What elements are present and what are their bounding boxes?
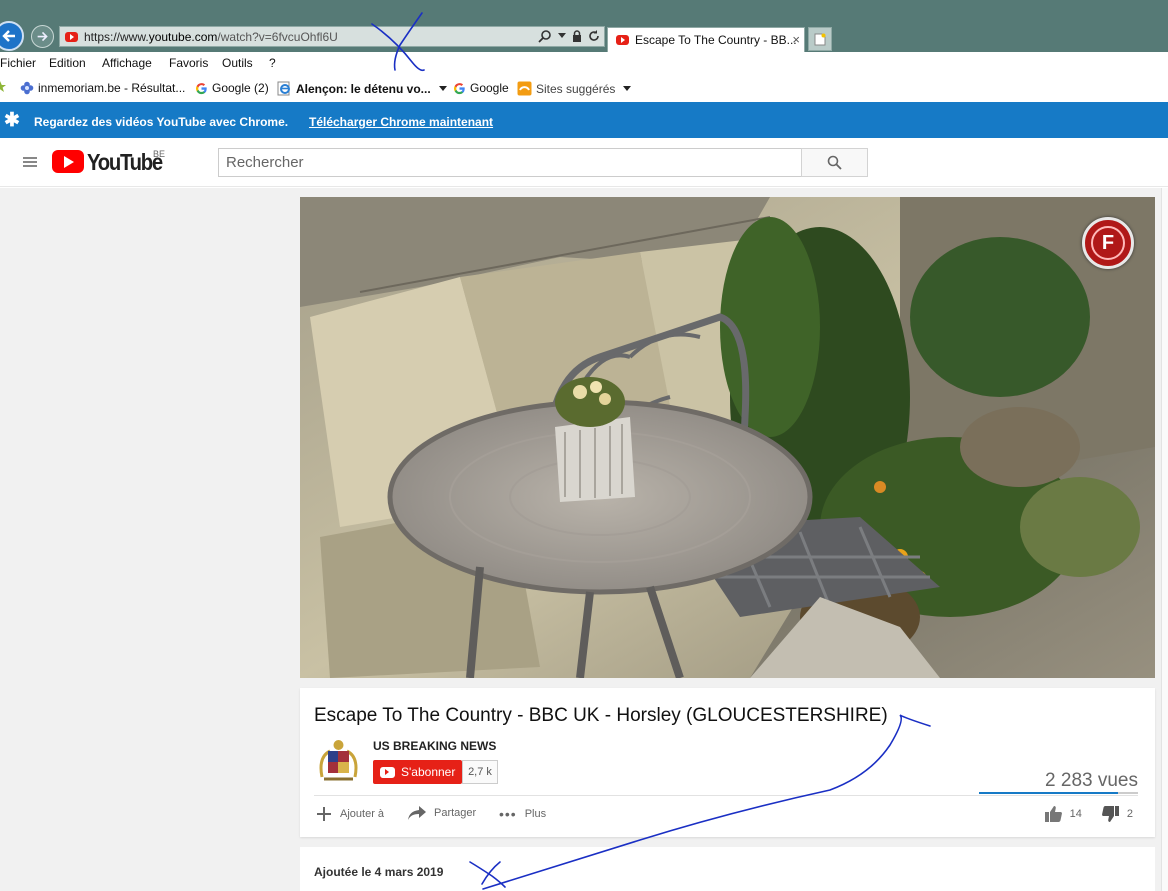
video-frame	[300, 197, 1155, 678]
forward-button[interactable]	[31, 25, 54, 48]
youtube-favicon	[65, 31, 78, 42]
video-title: Escape To The Country - BBC UK - Horsley…	[314, 705, 888, 726]
favorite-inmemoriam[interactable]: inmemoriam.be - Résultat...	[20, 81, 185, 95]
country-code: BE	[153, 149, 166, 159]
menu-bar: Fichier Edition Affichage Favoris Outils…	[0, 52, 1168, 74]
favorites-bar: inmemoriam.be - Résultat... Google (2) A…	[0, 74, 1168, 102]
url-text[interactable]: https://www.youtube.com/watch?v=6fvcuOhf…	[84, 30, 338, 44]
view-count: 2 283 vues	[1045, 770, 1138, 791]
chrome-promo-banner: ✱ Regardez des vidéos YouTube avec Chrom…	[0, 102, 1168, 138]
menu-file[interactable]: Fichier	[0, 56, 36, 70]
google-icon	[196, 82, 207, 94]
thumbs-down-icon	[1101, 806, 1119, 822]
menu-tools[interactable]: Outils	[222, 56, 253, 70]
chevron-down-icon[interactable]	[558, 33, 566, 39]
google-icon	[454, 82, 465, 94]
arrow-left-icon	[2, 30, 15, 42]
more-button[interactable]: ••• Plus	[499, 806, 546, 822]
chevron-down-icon[interactable]	[623, 85, 632, 92]
video-description-card: Ajoutée le 4 mars 2019	[300, 847, 1155, 891]
address-bar[interactable]: https://www.youtube.com/watch?v=6fvcuOhf…	[59, 26, 605, 47]
chevron-down-icon[interactable]	[438, 85, 447, 92]
favorite-alencon[interactable]: Alençon: le détenu vo...	[277, 81, 447, 96]
download-chrome-link[interactable]: Télécharger Chrome maintenant	[309, 115, 493, 129]
new-tab-icon	[814, 33, 826, 45]
page-scrollbar[interactable]	[1161, 188, 1168, 891]
browser-titlebar: https://www.youtube.com/watch?v=6fvcuOhf…	[0, 0, 1168, 52]
favorites-star-icon[interactable]	[0, 81, 6, 93]
ie-page-icon	[277, 81, 290, 96]
video-info-card: Escape To The Country - BBC UK - Horsley…	[300, 688, 1155, 837]
thumbs-up-icon	[1044, 806, 1062, 822]
menu-help[interactable]: ?	[269, 56, 276, 70]
youtube-logo-text[interactable]: YouTube	[87, 149, 163, 176]
favorite-suggested-sites[interactable]: Sites suggérés	[517, 81, 632, 96]
add-to-button[interactable]: Ajouter à	[316, 806, 384, 822]
tab-youtube[interactable]: Escape To The Country - BB... ×	[607, 27, 805, 52]
search-button[interactable]	[801, 148, 868, 177]
divider	[314, 795, 1138, 796]
youtube-play-icon	[380, 766, 395, 778]
like-ratio-fill	[979, 792, 1119, 794]
subscriber-count: 2,7 k	[462, 760, 498, 784]
tab-close-button[interactable]: ×	[792, 32, 800, 47]
like-ratio-bar	[979, 792, 1138, 794]
subscribe-button[interactable]: S'abonner	[373, 760, 462, 784]
search-icon	[827, 155, 842, 170]
menu-icon[interactable]	[23, 157, 37, 167]
flower-icon	[20, 81, 34, 95]
search-icon[interactable]	[538, 29, 552, 43]
channel-watermark-logo[interactable]: F	[1082, 217, 1134, 269]
search-input[interactable]: Rechercher	[218, 148, 802, 177]
upload-date: Ajoutée le 4 mars 2019	[314, 865, 444, 879]
like-button[interactable]: 14	[1044, 806, 1082, 822]
arrow-right-icon	[37, 31, 48, 42]
banner-text: Regardez des vidéos YouTube avec Chrome.	[34, 115, 289, 129]
dislike-button[interactable]: 2	[1101, 806, 1133, 822]
menu-favorites[interactable]: Favoris	[169, 56, 208, 70]
new-tab-button[interactable]	[808, 27, 832, 51]
favorite-google-2[interactable]: Google (2)	[195, 81, 269, 95]
youtube-logo-icon[interactable]	[52, 150, 84, 173]
video-player[interactable]: F	[300, 197, 1155, 678]
more-dots-icon: •••	[499, 806, 517, 822]
back-button[interactable]	[0, 21, 24, 51]
youtube-favicon	[616, 35, 629, 45]
plus-icon	[317, 807, 331, 821]
tab-title: Escape To The Country - BB...	[635, 33, 797, 47]
menu-view[interactable]: Affichage	[102, 56, 152, 70]
channel-avatar[interactable]	[314, 737, 363, 784]
like-dislike-group: 14 2	[1044, 806, 1133, 822]
refresh-icon[interactable]	[588, 30, 600, 42]
share-button[interactable]: Partager	[408, 806, 476, 820]
youtube-header: YouTube BE Rechercher	[0, 138, 1168, 187]
asterisk-icon: ✱	[4, 110, 20, 131]
suggested-sites-icon	[517, 81, 532, 96]
channel-name[interactable]: US BREAKING NEWS	[373, 739, 496, 753]
lock-icon[interactable]	[572, 30, 582, 42]
share-icon	[408, 806, 426, 820]
menu-edit[interactable]: Edition	[49, 56, 86, 70]
favorite-google[interactable]: Google	[453, 81, 509, 95]
